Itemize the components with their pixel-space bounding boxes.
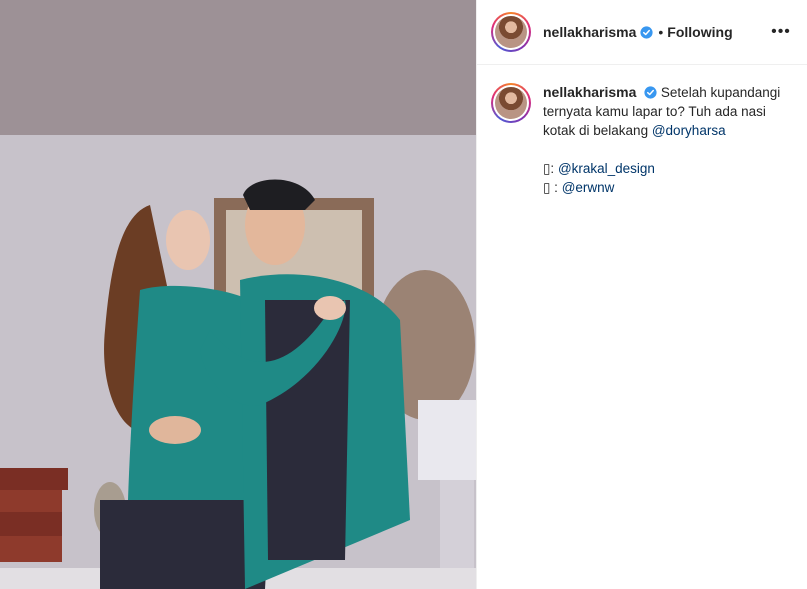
verified-badge-icon: [640, 25, 653, 39]
man-hand: [149, 416, 201, 444]
wall-upper: [0, 0, 476, 135]
lamp-base: [440, 480, 474, 575]
box-stack-3: [0, 512, 62, 536]
credit-prefix-2: ▯ :: [543, 180, 562, 195]
caption-avatar-image: [495, 87, 527, 119]
post-photo[interactable]: [0, 0, 476, 589]
avatar-border: [493, 14, 529, 50]
post-side-panel: nellakharisma • Following ••• nellakhari…: [476, 0, 807, 589]
credit-mention-1[interactable]: @krakal_design: [558, 161, 655, 176]
credit-prefix-1: ▯:: [543, 161, 558, 176]
caption-comment: nellakharisma Setelah kupandangi ternyat…: [477, 65, 807, 215]
following-button[interactable]: Following: [667, 24, 732, 40]
caption-mention-link[interactable]: @doryharsa: [652, 123, 726, 138]
box-stack: [0, 468, 68, 490]
header-username[interactable]: nellakharisma: [543, 24, 636, 40]
box-stack-2: [0, 490, 62, 512]
credit-line-2: ▯ : @erwnw: [543, 178, 793, 197]
woman-face: [166, 210, 210, 270]
avatar[interactable]: [491, 12, 531, 52]
caption-avatar[interactable]: [491, 83, 531, 123]
more-options-icon[interactable]: •••: [769, 20, 793, 44]
avatar-image: [495, 16, 527, 48]
couple-photo-illustration: [0, 0, 476, 589]
credit-mention-2[interactable]: @erwnw: [562, 180, 615, 195]
caption-body: nellakharisma Setelah kupandangi ternyat…: [543, 83, 793, 197]
post-header: nellakharisma • Following •••: [477, 0, 807, 65]
lamp-shade: [418, 400, 476, 480]
separator-dot: •: [658, 24, 664, 40]
caption-verified-badge-icon: [644, 86, 657, 99]
box-stack-4: [0, 536, 62, 562]
credit-line-1: ▯: @krakal_design: [543, 159, 793, 178]
caption-avatar-border: [493, 85, 529, 121]
caption-username[interactable]: nellakharisma: [543, 84, 636, 100]
woman-hand: [314, 296, 346, 320]
